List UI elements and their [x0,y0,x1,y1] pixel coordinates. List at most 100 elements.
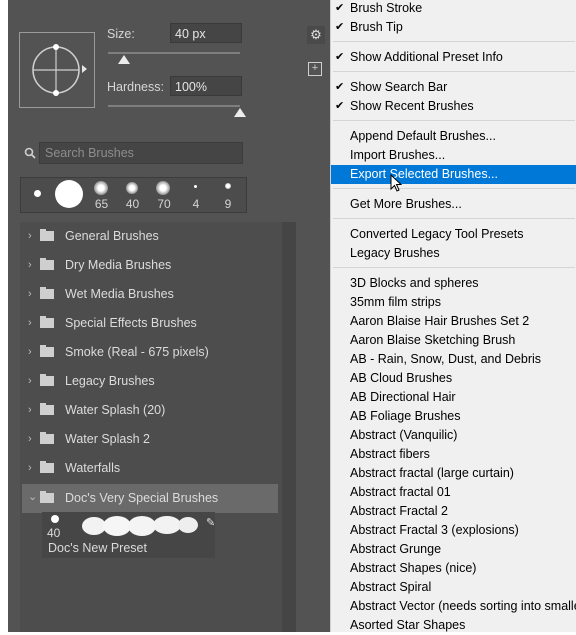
menu-item-brush-set[interactable]: AB Foliage Brushes [331,407,576,426]
recent-brush-1[interactable] [21,178,53,212]
brush-preset-item[interactable]: ✎ 40 Doc's New Preset [42,512,215,558]
new-preset-icon[interactable]: + [308,62,322,76]
scrollbar[interactable] [282,222,296,632]
folder-special-effects-brushes[interactable]: › Special Effects Brushes [22,309,278,338]
menu-item-label: Brush Tip [350,20,403,34]
menu-item-label: Get More Brushes... [350,197,462,211]
folder-name: Legacy Brushes [65,374,155,388]
folder-name: Water Splash (20) [65,403,166,417]
folder-waterfalls[interactable]: › Waterfalls [22,454,278,483]
folder-icon [40,345,54,357]
menu-item-import-brushes[interactable]: Import Brushes... [331,146,576,165]
chevron-right-icon[interactable]: › [28,433,32,445]
chevron-right-icon[interactable]: › [28,230,32,242]
menu-item-label: AB Foliage Brushes [350,409,461,423]
menu-item-brush-set[interactable]: Asorted Star Shapes [331,616,576,635]
menu-item-legacy-brushes[interactable]: Legacy Brushes [331,244,576,263]
menu-item-label: Abstract Shapes (nice) [350,561,477,575]
chevron-right-icon[interactable]: › [28,462,32,474]
size-field[interactable]: 40 px [170,23,242,43]
recent-brush-5[interactable]: 70 [149,178,179,212]
folder-water-splash-2[interactable]: › Water Splash 2 [22,425,278,454]
soft-brush-icon [156,181,170,195]
chevron-right-icon[interactable]: › [28,346,32,358]
menu-separator [333,267,575,268]
menu-item-brush-set[interactable]: Aaron Blaise Sketching Brush [331,331,576,350]
menu-separator [333,188,575,189]
menu-item-label: Abstract Spiral [350,580,432,594]
hardness-field[interactable]: 100% [170,76,242,96]
folder-wet-media-brushes[interactable]: › Wet Media Brushes [22,280,278,309]
brush-edit-icon[interactable]: ✎ [206,516,215,529]
menu-item-brush-set[interactable]: AB Cloud Brushes [331,369,576,388]
menu-item-label: AB - Rain, Snow, Dust, and Debris [350,352,542,366]
menu-item-brush-set[interactable]: Abstract fibers [331,445,576,464]
folder-legacy-brushes[interactable]: › Legacy Brushes [22,367,278,396]
menu-item-label: Abstract Vector (needs sorting into smal… [350,599,576,613]
chevron-down-icon[interactable]: ⌄ [28,490,37,503]
menu-item-brush-set[interactable]: Abstract Vector (needs sorting into smal… [331,597,576,616]
folder-docs-very-special-brushes[interactable]: ⌄ Doc's Very Special Brushes [22,484,278,513]
menu-item-show-additional-preset-info[interactable]: ✔ Show Additional Preset Info [331,48,576,67]
menu-item-label: Abstract fractal 01 [350,485,451,499]
menu-item-export-selected-brushes[interactable]: Export Selected Brushes... [331,165,576,184]
recent-brush-3[interactable]: 65 [87,178,116,212]
hardness-slider-thumb[interactable] [234,108,246,117]
folder-water-splash-20[interactable]: › Water Splash (20) [22,396,278,425]
gear-icon[interactable]: ⚙ [307,26,325,44]
menu-item-brush-stroke[interactable]: ✔ Brush Stroke [331,0,576,18]
recent-brush-2[interactable] [53,178,85,212]
menu-item-brush-set[interactable]: AB - Rain, Snow, Dust, and Debris [331,350,576,369]
size-slider-thumb[interactable] [117,55,130,64]
folder-name: General Brushes [65,229,159,243]
menu-item-brush-set[interactable]: Abstract fractal 01 [331,483,576,502]
menu-item-brush-set[interactable]: Abstract Fractal 2 [331,502,576,521]
menu-item-brush-set[interactable]: Abstract Fractal 3 (explosions) [331,521,576,540]
menu-item-label: Converted Legacy Tool Presets [350,227,524,241]
menu-item-brush-set[interactable]: Abstract fractal (large curtain) [331,464,576,483]
menu-separator [333,71,575,72]
chevron-right-icon[interactable]: › [28,288,32,300]
menu-item-append-default-brushes[interactable]: Append Default Brushes... [331,127,576,146]
folder-smoke[interactable]: › Smoke (Real - 675 pixels) [22,338,278,367]
mouse-cursor-icon [390,174,402,192]
menu-item-label: Abstract Fractal 2 [350,504,448,518]
menu-item-brush-set[interactable]: 35mm film strips [331,293,576,312]
chevron-right-icon[interactable]: › [28,404,32,416]
menu-item-brush-set[interactable]: Abstract Shapes (nice) [331,559,576,578]
recent-brush-6[interactable]: 4 [181,178,211,212]
check-icon: ✔ [335,2,345,14]
menu-item-brush-set[interactable]: Abstract Grunge [331,540,576,559]
menu-item-brush-tip[interactable]: ✔ Brush Tip [331,18,576,37]
menu-item-show-recent-brushes[interactable]: ✔ Show Recent Brushes [331,97,576,116]
menu-item-label: Abstract (Vanquilic) [350,428,458,442]
menu-item-label: Aaron Blaise Sketching Brush [350,333,516,347]
menu-item-show-search-bar[interactable]: ✔ Show Search Bar [331,78,576,97]
menu-item-label: AB Directional Hair [350,390,456,404]
panel-flyout-menu: ✔ Brush Stroke ✔ Brush Tip ✔ Show Additiona… [330,0,576,632]
menu-item-brush-set[interactable]: Abstract (Vanquilic) [331,426,576,445]
menu-item-label: Brush Stroke [350,1,423,15]
menu-item-brush-set[interactable]: Abstract Spiral [331,578,576,597]
hardness-slider-track[interactable] [108,105,240,107]
folder-general-brushes[interactable]: › General Brushes [22,222,278,251]
menu-item-brush-set[interactable]: Aaron Blaise Hair Brushes Set 2 [331,312,576,331]
search-icon [24,147,36,159]
menu-item-get-more-brushes[interactable]: Get More Brushes... [331,195,576,214]
check-icon: ✔ [335,100,345,112]
recent-brush-4[interactable]: 40 [118,178,147,212]
menu-item-converted-legacy-tool-presets[interactable]: Converted Legacy Tool Presets [331,225,576,244]
chevron-right-icon[interactable]: › [28,375,32,387]
menu-item-brush-set[interactable]: AB Directional Hair [331,388,576,407]
size-slider-track[interactable] [108,52,240,54]
chevron-right-icon[interactable]: › [28,259,32,271]
folder-dry-media-brushes[interactable]: › Dry Media Brushes [22,251,278,280]
expand-arrow-icon[interactable] [82,65,87,73]
menu-item-brush-set[interactable]: 3D Blocks and spheres [331,274,576,293]
menu-item-label: Import Brushes... [350,148,446,162]
menu-item-label: Abstract Fractal 3 (explosions) [350,523,519,537]
recent-brush-7[interactable]: 9 [213,178,243,212]
search-input[interactable]: Search Brushes [39,142,243,164]
size-label: Size: [107,27,135,41]
chevron-right-icon[interactable]: › [28,317,32,329]
